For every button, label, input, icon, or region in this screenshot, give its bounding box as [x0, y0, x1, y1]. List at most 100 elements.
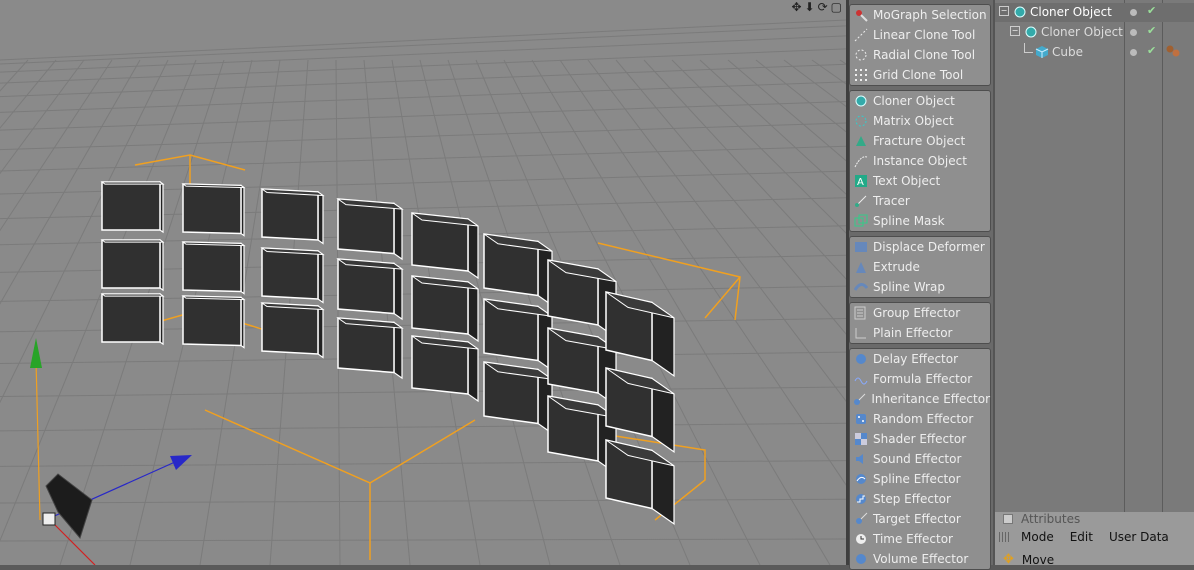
active-tool-label: Move	[1021, 552, 1055, 567]
enabled-check-icon[interactable]: ✔	[1147, 4, 1156, 17]
object-row-cloner-parent[interactable]: − Cloner Object ✔	[995, 3, 1194, 22]
visibility-dot-icon[interactable]	[1130, 29, 1137, 36]
menu-item-shader-effector[interactable]: Shader Effector	[850, 429, 990, 449]
grid-line	[0, 460, 846, 467]
menu-item-label: Instance Object	[873, 154, 967, 168]
menu-item-spline-effector[interactable]: Spline Effector	[850, 469, 990, 489]
clone-cube	[182, 183, 242, 235]
menu-item-linear-clone-tool[interactable]: Linear Clone Tool	[850, 25, 990, 45]
menu-item-matrix-object[interactable]: Matrix Object	[850, 111, 990, 131]
menu-item-random-effector[interactable]: Random Effector	[850, 409, 990, 429]
grid-line	[0, 63, 846, 98]
sound-effector-icon	[853, 451, 869, 467]
menu-edit[interactable]: Edit	[1070, 530, 1093, 544]
column-divider	[1162, 0, 1163, 512]
attributes-title: Attributes	[1003, 512, 1080, 526]
menu-item-volume-effector[interactable]: Volume Effector	[850, 549, 990, 569]
menu-item-text-object[interactable]: A Text Object	[850, 171, 990, 191]
clone-cube	[182, 295, 242, 347]
menu-item-inheritance-effector[interactable]: Inheritance Effector	[850, 389, 990, 409]
enabled-check-icon[interactable]: ✔	[1147, 24, 1156, 37]
text-icon: A	[853, 173, 869, 189]
clone-cube-top	[100, 181, 165, 185]
mograph-menu: MoGraph Selection Linear Clone Tool Radi…	[849, 0, 993, 570]
camera-gizmo-icon	[45, 473, 93, 540]
grid-line	[0, 100, 846, 131]
clone-cube	[101, 181, 161, 231]
menu-item-tracer[interactable]: Tracer	[850, 191, 990, 211]
menu-item-label: Cloner Object	[873, 94, 955, 108]
object-name: Cloner Object	[1030, 5, 1112, 19]
grid-line	[0, 59, 29, 92]
menu-item-sound-effector[interactable]: Sound Effector	[850, 449, 990, 469]
menu-group-effectors: Delay Effector Formula Effector Inherita…	[849, 348, 991, 570]
visibility-dot-icon[interactable]	[1130, 9, 1137, 16]
random-effector-icon	[853, 411, 869, 427]
spline-effector-icon	[853, 471, 869, 487]
clone-cube	[261, 247, 319, 300]
menu-item-fracture-object[interactable]: Fracture Object	[850, 131, 990, 151]
menu-item-label: Volume Effector	[873, 552, 969, 566]
menu-item-group-effector[interactable]: Group Effector	[850, 303, 990, 323]
clone-cube	[101, 239, 161, 289]
target-effector-icon	[853, 511, 869, 527]
world-axis-gizmo[interactable]	[30, 338, 192, 565]
collapse-toggle-icon[interactable]: −	[999, 6, 1009, 16]
shader-effector-icon	[853, 431, 869, 447]
spline-mask-icon	[853, 213, 869, 229]
menu-item-displace-deformer[interactable]: Displace Deformer	[850, 237, 990, 257]
mograph-selection-icon	[853, 7, 869, 23]
menu-item-delay-effector[interactable]: Delay Effector	[850, 349, 990, 369]
rotate-view-icon[interactable]: ⟳	[818, 0, 828, 14]
object-row-cloner-child[interactable]: − Cloner Object ✔	[995, 23, 1194, 42]
collapse-toggle-icon[interactable]: −	[1010, 26, 1020, 36]
maximize-view-icon[interactable]: ▢	[831, 0, 842, 14]
viewport-scene[interactable]	[0, 0, 846, 565]
menu-item-spline-wrap[interactable]: Spline Wrap	[850, 277, 990, 297]
menu-item-mograph-selection[interactable]: MoGraph Selection	[850, 5, 990, 25]
group-effector-icon	[853, 305, 869, 321]
clone-cube	[101, 293, 161, 343]
zoom-view-icon[interactable]: ⬇	[805, 0, 815, 14]
menu-group-basic-effectors: Group Effector Plain Effector	[849, 302, 991, 344]
menu-item-plain-effector[interactable]: Plain Effector	[850, 323, 990, 343]
object-row-cube[interactable]: Cube ✔	[995, 43, 1194, 62]
menu-item-label: Time Effector	[873, 532, 953, 546]
clone-cube	[261, 188, 319, 241]
viewport-nav-icons: ✥ ⬇ ⟳ ▢	[791, 0, 842, 14]
attributes-panel: Attributes Mode Edit User Data ✥ Move	[993, 512, 1194, 567]
menu-item-label: Extrude	[873, 260, 920, 274]
menu-item-extrude[interactable]: Extrude	[850, 257, 990, 277]
visibility-dot-icon[interactable]	[1130, 49, 1137, 56]
grid-line	[0, 81, 846, 113]
menu-item-label: Tracer	[873, 194, 910, 208]
menu-group-selection-tools: MoGraph Selection Linear Clone Tool Radi…	[849, 4, 991, 86]
panel-toggle-icon[interactable]	[1003, 514, 1013, 524]
3d-viewport[interactable]: ✥ ⬇ ⟳ ▢	[0, 0, 846, 565]
cloner-icon	[1013, 5, 1027, 22]
menu-item-cloner-object[interactable]: Cloner Object	[850, 91, 990, 111]
menu-item-step-effector[interactable]: Step Effector	[850, 489, 990, 509]
selection-bracket-line	[369, 419, 476, 484]
menu-item-spline-mask[interactable]: Spline Mask	[850, 211, 990, 231]
attributes-title-label: Attributes	[1021, 512, 1081, 526]
menu-item-instance-object[interactable]: Instance Object	[850, 151, 990, 171]
menu-item-label: Linear Clone Tool	[873, 28, 976, 42]
menu-item-time-effector[interactable]: Time Effector	[850, 529, 990, 549]
enabled-check-icon[interactable]: ✔	[1147, 44, 1156, 57]
menu-item-target-effector[interactable]: Target Effector	[850, 509, 990, 529]
y-axis-arrow-icon	[30, 338, 42, 368]
menu-item-grid-clone-tool[interactable]: Grid Clone Tool	[850, 65, 990, 85]
grid-line	[0, 145, 846, 172]
step-effector-icon	[853, 491, 869, 507]
menu-item-formula-effector[interactable]: Formula Effector	[850, 369, 990, 389]
grid-line	[755, 59, 846, 133]
clone-cube-side	[467, 217, 479, 280]
menu-group-objects: Cloner Object Matrix Object Fracture Obj…	[849, 90, 991, 232]
menu-mode[interactable]: Mode	[1021, 530, 1054, 544]
menu-item-radial-clone-tool[interactable]: Radial Clone Tool	[850, 45, 990, 65]
move-view-icon[interactable]: ✥	[791, 0, 801, 14]
material-tag-icon[interactable]	[1165, 44, 1181, 63]
clone-cube-side	[393, 262, 403, 321]
menu-user-data[interactable]: User Data	[1109, 530, 1169, 544]
